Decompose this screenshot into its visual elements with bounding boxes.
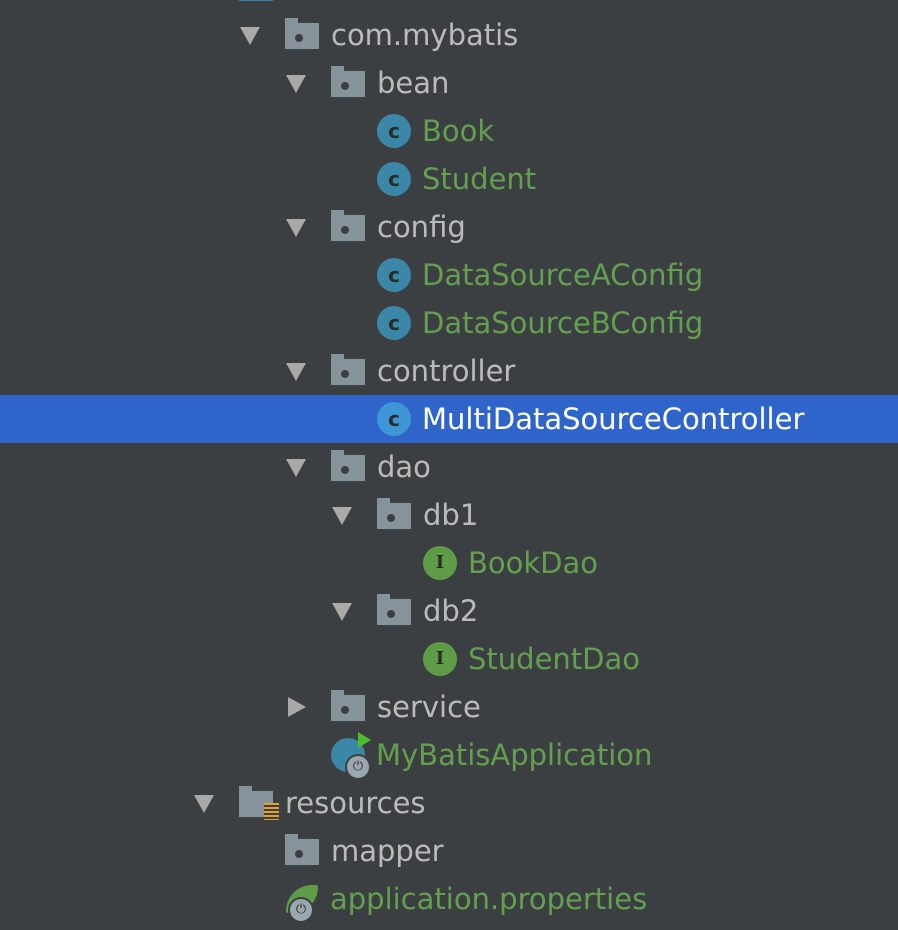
- tree-item-db1[interactable]: db1: [0, 491, 898, 539]
- spring-power-badge-icon: ⏻: [288, 897, 314, 923]
- tree-item-label: Book: [422, 114, 495, 148]
- class-icon: c: [377, 258, 411, 292]
- expand-arrow-down-icon[interactable]: [286, 219, 306, 237]
- tree-item-datasourcebconfig[interactable]: c DataSourceBConfig: [0, 299, 898, 347]
- resources-lines-icon: [264, 803, 279, 820]
- resources-folder-icon: [239, 786, 279, 820]
- tree-item-config[interactable]: config: [0, 203, 898, 251]
- expand-arrow-down-icon[interactable]: [286, 459, 306, 477]
- tree-item-resources[interactable]: resources: [0, 779, 898, 827]
- spring-leaf-icon: ⏻: [286, 885, 318, 923]
- tree-item-label: StudentDao: [468, 642, 641, 676]
- package-folder-icon: [331, 690, 365, 721]
- class-icon: c: [377, 114, 411, 148]
- package-folder-icon: [285, 834, 319, 865]
- tree-item-application-properties[interactable]: ⏻ application.properties: [0, 875, 898, 923]
- expand-arrow-down-icon[interactable]: [286, 75, 306, 93]
- tree-item-label: db1: [423, 498, 479, 532]
- package-folder-icon: [331, 354, 365, 385]
- tree-item-label: service: [377, 690, 481, 724]
- tree-item-source-folder[interactable]: [0, 0, 898, 11]
- tree-item-label: MultiDataSourceController: [422, 402, 805, 436]
- tree-item-label: MyBatisApplication: [376, 738, 653, 772]
- package-folder-icon: [331, 210, 365, 241]
- class-icon: c: [377, 306, 411, 340]
- tree-item-mybatisapplication[interactable]: ⏻ MyBatisApplication: [0, 731, 898, 780]
- expand-arrow-down-icon[interactable]: [332, 603, 352, 621]
- tree-item-label: resources: [285, 786, 426, 820]
- tree-item-label: config: [377, 210, 466, 244]
- tree-item-label: DataSourceAConfig: [422, 258, 704, 292]
- package-folder-icon: [331, 66, 365, 97]
- tree-item-dao[interactable]: dao: [0, 443, 898, 491]
- spring-boot-application-icon: ⏻: [331, 732, 371, 780]
- tree-item-label: controller: [377, 354, 516, 388]
- tree-item-multidatasourcecontroller[interactable]: c MultiDataSourceController: [0, 395, 898, 443]
- class-icon: c: [377, 162, 411, 196]
- tree-item-label: mapper: [331, 834, 444, 868]
- tree-item-com-mybatis[interactable]: com.mybatis: [0, 11, 898, 59]
- tree-item-bookdao[interactable]: I BookDao: [0, 539, 898, 587]
- tree-item-label: dao: [377, 450, 431, 484]
- tree-item-label: BookDao: [468, 546, 599, 580]
- expand-arrow-down-icon[interactable]: [240, 27, 260, 45]
- expand-arrow-down-icon[interactable]: [332, 507, 352, 525]
- tree-item-student[interactable]: c Student: [0, 155, 898, 203]
- tree-item-controller[interactable]: controller: [0, 347, 898, 395]
- package-folder-icon: [377, 498, 411, 529]
- package-folder-icon: [285, 18, 319, 49]
- source-folder-icon: [239, 0, 273, 1]
- tree-item-studentdao[interactable]: I StudentDao: [0, 635, 898, 683]
- tree-item-datasourceaconfig[interactable]: c DataSourceAConfig: [0, 251, 898, 299]
- run-triangle-icon: [358, 732, 371, 748]
- interface-icon: I: [423, 546, 457, 580]
- tree-item-label: DataSourceBConfig: [422, 306, 704, 340]
- expand-arrow-down-icon[interactable]: [194, 795, 214, 813]
- expand-arrow-right-icon[interactable]: [288, 697, 306, 717]
- package-folder-icon: [331, 450, 365, 481]
- expand-arrow-down-icon[interactable]: [286, 363, 306, 381]
- tree-item-book[interactable]: c Book: [0, 107, 898, 155]
- tree-item-label: application.properties: [330, 882, 648, 916]
- tree-item-db2[interactable]: db2: [0, 587, 898, 635]
- tree-item-label: db2: [423, 594, 479, 628]
- tree-item-label: com.mybatis: [331, 18, 519, 52]
- spring-power-badge-icon: ⏻: [345, 754, 371, 780]
- tree-item-label: bean: [377, 66, 450, 100]
- tree-item-service[interactable]: service: [0, 683, 898, 731]
- interface-icon: I: [423, 642, 457, 676]
- tree-item-label: Student: [422, 162, 537, 196]
- package-folder-icon: [377, 594, 411, 625]
- class-icon: c: [377, 402, 411, 436]
- tree-item-bean[interactable]: bean: [0, 59, 898, 107]
- tree-item-mapper[interactable]: mapper: [0, 827, 898, 875]
